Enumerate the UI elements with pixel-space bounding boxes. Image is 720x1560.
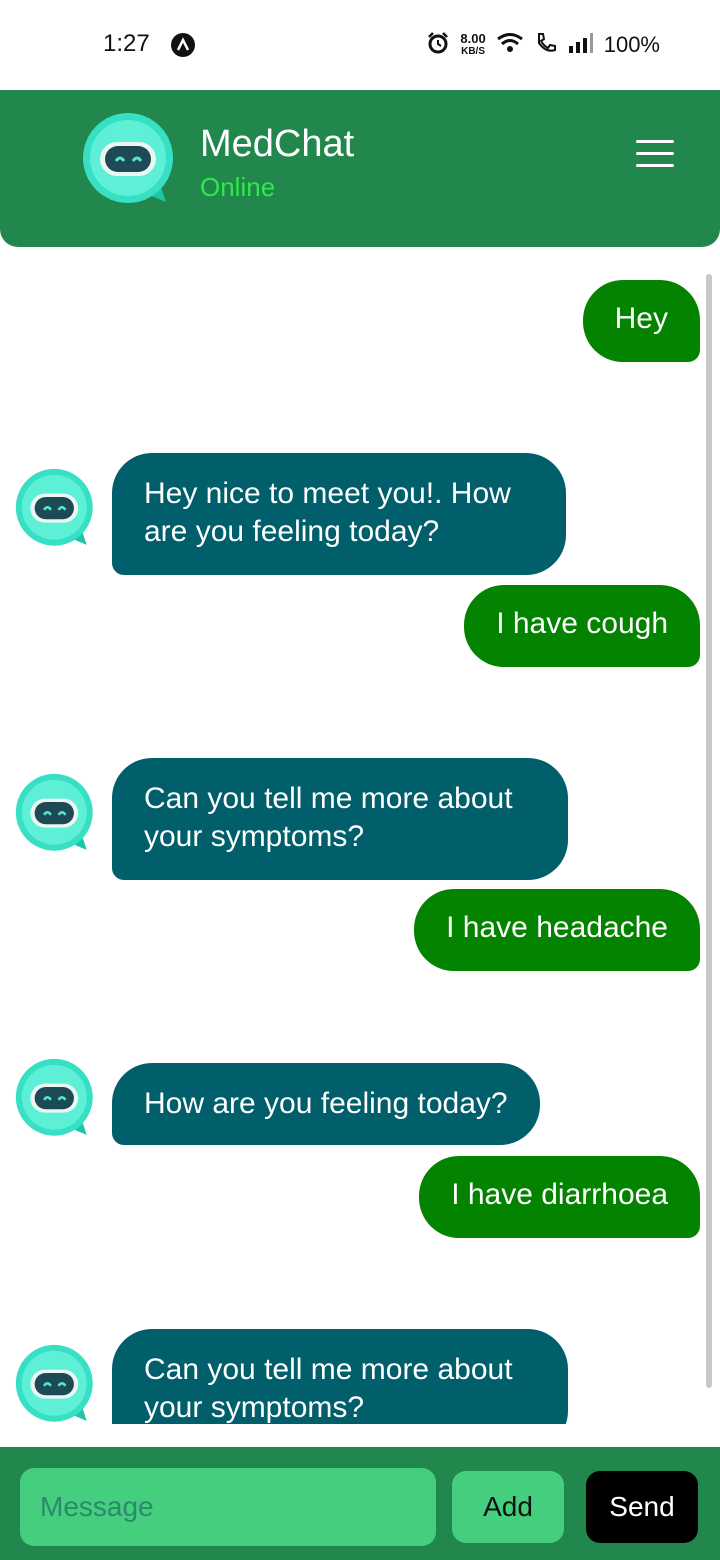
robot-chat-icon xyxy=(83,113,173,203)
chat-messages[interactable]: Hey Hey nice to meet you!. How are you f… xyxy=(0,248,720,1424)
wifi-icon xyxy=(496,32,524,59)
status-bar: 1:27 8.00 KB/S 100% xyxy=(0,0,720,90)
alarm-icon xyxy=(426,31,450,60)
status-icons: 8.00 KB/S 100% xyxy=(426,28,660,62)
bot-avatar xyxy=(15,773,97,860)
online-status: Online xyxy=(200,172,276,202)
network-speed-value: 8.00 xyxy=(460,31,486,46)
robot-chat-icon xyxy=(15,773,93,851)
app-title: MedChat xyxy=(200,123,355,165)
network-speed: 8.00 KB/S xyxy=(460,32,485,58)
bot-message: Can you tell me more about your symptoms… xyxy=(112,758,568,880)
app-header: MedChat Online xyxy=(0,90,720,247)
robot-chat-icon xyxy=(15,468,93,546)
app-notification-icon xyxy=(171,33,195,57)
user-message: I have diarrhoea xyxy=(419,1156,700,1238)
bot-message: How are you feeling today? xyxy=(112,1063,540,1145)
hamburger-menu-icon[interactable] xyxy=(636,140,674,168)
bot-avatar xyxy=(15,1058,97,1145)
user-message: Hey xyxy=(582,280,700,362)
robot-chat-icon xyxy=(15,1344,93,1422)
message-input-bar: Add Send xyxy=(0,1447,720,1560)
send-button[interactable]: Send xyxy=(586,1471,698,1543)
battery-level: 100% xyxy=(603,32,660,57)
chat-scrollbar[interactable] xyxy=(706,274,712,1388)
bot-avatar xyxy=(82,112,178,213)
user-message: I have cough xyxy=(464,585,700,667)
bot-avatar xyxy=(15,468,97,555)
user-message: I have headache xyxy=(414,889,700,971)
bot-message: Can you tell me more about your symptoms… xyxy=(112,1329,568,1424)
network-speed-unit: KB/S xyxy=(461,46,486,57)
message-input[interactable] xyxy=(20,1468,436,1546)
signal-icon xyxy=(568,32,594,59)
add-button[interactable]: Add xyxy=(452,1471,564,1543)
bot-message: Hey nice to meet you!. How are you feeli… xyxy=(112,453,566,575)
robot-chat-icon xyxy=(15,1058,93,1136)
bot-avatar xyxy=(15,1344,97,1424)
call-icon xyxy=(534,31,558,60)
status-time: 1:27 xyxy=(103,30,150,57)
